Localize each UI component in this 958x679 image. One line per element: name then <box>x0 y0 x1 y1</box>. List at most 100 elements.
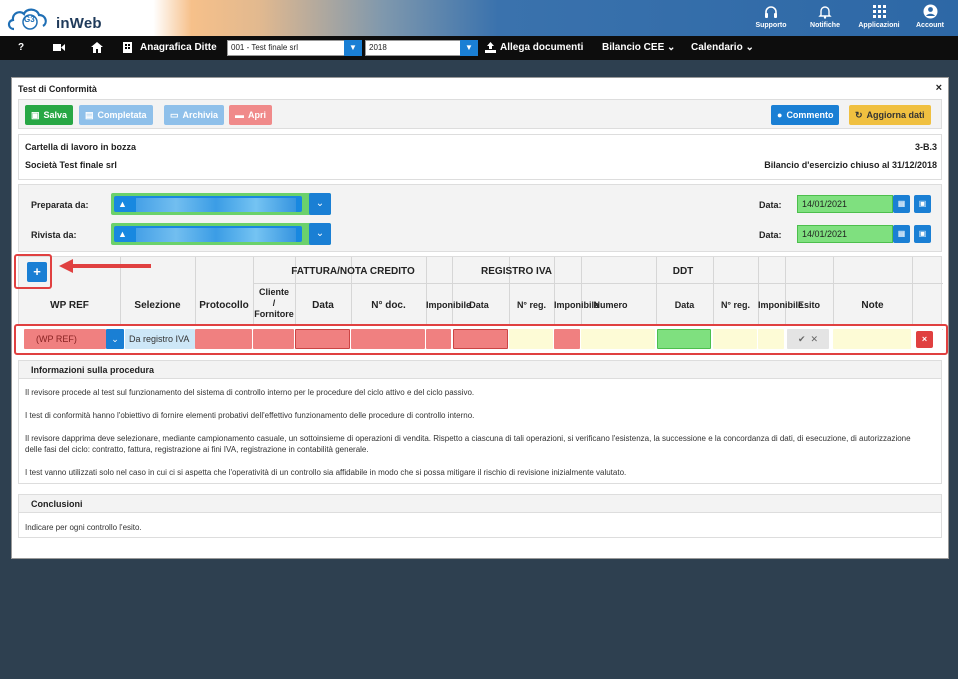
col-cliente-line1: Cliente <box>258 287 289 297</box>
procedura-p4: I test vanno utilizzati solo nel caso in… <box>25 468 627 477</box>
chevron-down-icon: ⌄ <box>309 193 331 215</box>
upload-icon <box>485 36 496 60</box>
folder-open-icon: ▬ <box>235 110 244 120</box>
procedura-panel: Informazioni sulla procedura Il revisore… <box>18 360 942 484</box>
group-registro-iva: REGISTRO IVA <box>481 266 552 277</box>
home-icon[interactable] <box>91 36 103 60</box>
divider <box>912 257 913 330</box>
completata-button[interactable]: ▤ Completata <box>79 105 153 125</box>
toolbar: ▣ Salva ▤ Completata ▭ Archivia ▬ Apri ● Comm… <box>18 99 942 129</box>
col-selezione: Selezione <box>134 300 181 311</box>
rivista-date-input[interactable]: 14/01/2021 <box>797 225 893 243</box>
user-icon <box>902 2 958 20</box>
status-text: Cartella di lavoro in bozza <box>25 142 137 152</box>
year-select-value: 2018 <box>369 43 387 52</box>
save-button[interactable]: ▣ Salva <box>25 105 74 125</box>
procedura-title: Informazioni sulla procedura <box>19 361 941 379</box>
modal-dialog: Test di Conformità × ▣ Salva ▤ Completata … <box>11 77 949 559</box>
arrow-left-icon <box>59 259 151 273</box>
headset-icon <box>743 2 799 20</box>
conclusioni-panel: Conclusioni Indicare per ogni controllo … <box>18 494 942 538</box>
completata-label: Completata <box>97 110 147 120</box>
calendario-label: Calendario <box>691 42 743 53</box>
calendar-today-icon[interactable]: ▣ <box>914 225 931 243</box>
archivia-button[interactable]: ▭ Archivia <box>164 105 225 125</box>
chevron-down-icon: ▼ <box>460 40 478 56</box>
col-data-ddt: Data <box>674 300 695 310</box>
notifications-button[interactable]: Notifiche <box>797 2 853 29</box>
highlight-row <box>14 324 948 355</box>
close-icon[interactable]: × <box>936 82 942 94</box>
archive-icon: ▭ <box>170 110 179 120</box>
col-cliente-line2: / <box>272 298 276 308</box>
rivista-value: ▲ <box>114 226 302 242</box>
aggiorna-dati-label: Aggiorna dati <box>866 110 925 120</box>
floppy-icon: ▣ <box>31 110 40 120</box>
allega-documenti-link[interactable]: Allega documenti <box>500 36 583 60</box>
apri-button[interactable]: ▬ Apri <box>229 105 272 125</box>
help-button[interactable]: ? <box>18 36 24 60</box>
year-select[interactable]: 2018 ▼ <box>365 40 478 56</box>
calendario-menu[interactable]: Calendario ⌄ <box>691 36 754 60</box>
divider <box>195 257 196 330</box>
data-label: Data: <box>759 200 782 210</box>
logo-text: G3 <box>24 15 35 24</box>
clipboard-check-icon: ▤ <box>85 110 94 120</box>
rivista-select[interactable]: ▲ ⌄ <box>111 223 331 245</box>
user-icon: ▲ <box>118 229 127 239</box>
divider <box>785 257 786 330</box>
company-select[interactable]: 001 - Test finale srl ▼ <box>227 40 362 56</box>
applications-label: Applicazioni <box>858 22 900 29</box>
people-panel: Preparata da: ▲ ⌄ Rivista da: ▲ ⌄ Data: … <box>18 184 942 252</box>
company-text: Società Test finale srl <box>25 160 117 170</box>
procedura-p3: Il revisore dapprima deve selezionare, m… <box>25 434 911 454</box>
col-protocollo: Protocollo <box>199 300 249 311</box>
building-icon <box>123 36 132 60</box>
col-n-reg-ddt: N° reg. <box>720 300 751 310</box>
support-label: Supporto <box>755 22 787 29</box>
bell-icon <box>797 2 853 20</box>
procedura-p2: I test di conformità hanno l'obiettivo d… <box>25 411 475 420</box>
nav-bar: ? Anagrafica Ditte 001 - Test finale srl… <box>0 36 958 60</box>
anagrafica-ditte-link[interactable]: Anagrafica Ditte <box>140 36 217 60</box>
commento-button[interactable]: ● Commento <box>771 105 840 125</box>
refresh-icon: ↻ <box>855 110 863 120</box>
col-esito: Esito <box>797 300 820 310</box>
applications-button[interactable]: Applicazioni <box>851 2 907 29</box>
group-fattura: FATTURA/NOTA CREDITO <box>291 266 415 277</box>
procedura-p1: Il revisore procede al test sul funziona… <box>25 388 475 397</box>
code-text: 3-B.3 <box>914 142 937 152</box>
group-ddt: DDT <box>672 266 694 277</box>
notifications-label: Notifiche <box>810 22 840 29</box>
apri-label: Apri <box>248 110 266 120</box>
info-panel: Cartella di lavoro in bozza 3-B.3 Societ… <box>18 134 942 180</box>
comment-icon: ● <box>777 110 783 120</box>
calendar-icon[interactable]: ▦ <box>893 195 910 213</box>
save-label: Salva <box>43 110 68 120</box>
company-select-value: 001 - Test finale srl <box>231 43 298 52</box>
calendar-icon[interactable]: ▦ <box>893 225 910 243</box>
support-button[interactable]: Supporto <box>743 2 799 29</box>
commento-label: Commento <box>786 110 834 120</box>
col-note: Note <box>861 300 884 311</box>
brand-name: inWeb <box>56 15 102 32</box>
account-label: Account <box>916 22 944 29</box>
divider <box>833 257 834 330</box>
rivista-label: Rivista da: <box>31 230 77 240</box>
grid-header: + FATTURA/NOTA CREDITO REGISTRO IVA DDT … <box>18 256 943 330</box>
archivia-label: Archivia <box>182 110 219 120</box>
calendar-today-icon[interactable]: ▣ <box>914 195 931 213</box>
col-data: Data <box>312 300 334 311</box>
bilancio-text: Bilancio d'esercizio chiuso al 31/12/201… <box>764 160 937 170</box>
col-numero: Numero <box>593 300 628 310</box>
bilancio-cee-menu[interactable]: Bilancio CEE ⌄ <box>602 36 675 60</box>
preparata-date-input[interactable]: 14/01/2021 <box>797 195 893 213</box>
user-icon: ▲ <box>118 199 127 209</box>
aggiorna-dati-button[interactable]: ↻ Aggiorna dati <box>849 105 931 125</box>
account-button[interactable]: Account <box>902 2 958 29</box>
preparata-select[interactable]: ▲ ⌄ <box>111 193 331 215</box>
video-icon[interactable] <box>53 36 65 60</box>
blurred-name <box>136 198 296 212</box>
chevron-down-icon: ⌄ <box>745 42 754 53</box>
preparata-value: ▲ <box>114 196 302 212</box>
